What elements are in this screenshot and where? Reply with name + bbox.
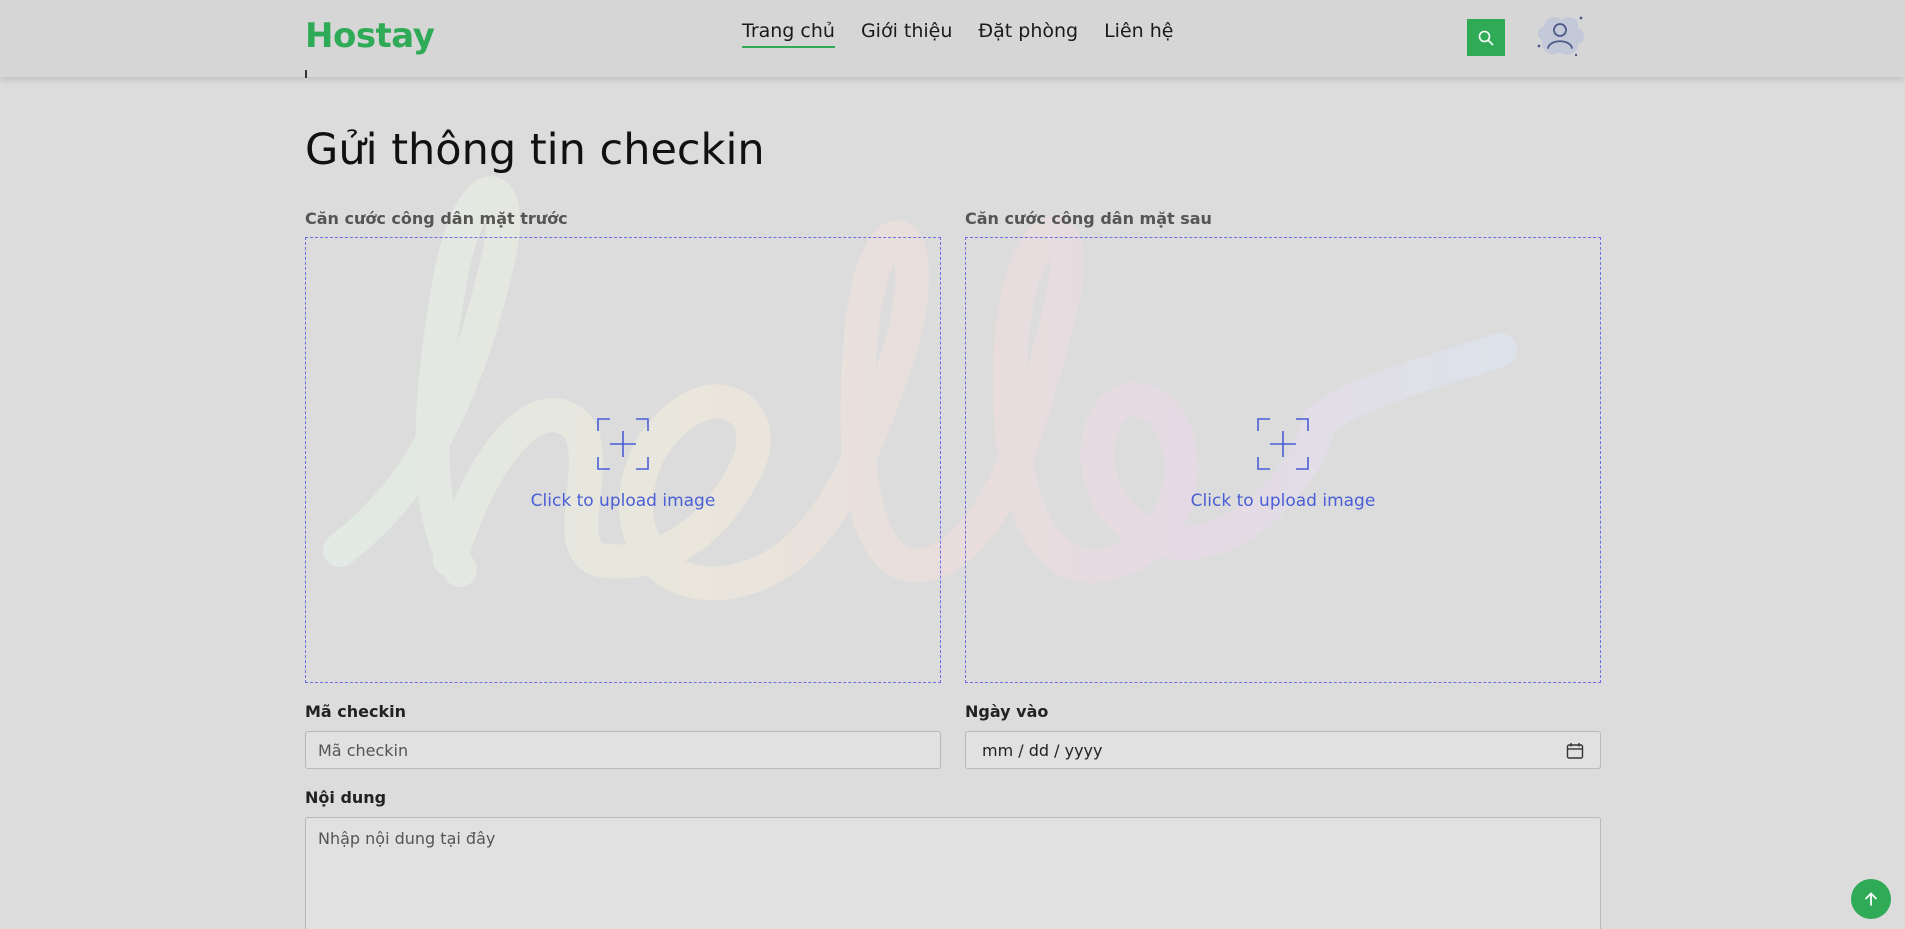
checkin-code-label: Mã checkin [305, 702, 407, 721]
checkin-code-placeholder: Mã checkin [318, 740, 409, 760]
divider [305, 70, 307, 78]
add-image-icon [597, 418, 649, 470]
date-label: Ngày vào [965, 702, 1049, 721]
brand-logo[interactable]: Hostay [305, 16, 435, 56]
search-button[interactable] [1467, 19, 1505, 56]
checkin-code-input[interactable]: Mã checkin [305, 731, 941, 769]
user-avatar-icon [1537, 16, 1584, 57]
back-to-top-button[interactable] [1851, 879, 1891, 919]
arrow-up-icon [1865, 892, 1877, 906]
content-label: Nội dung [305, 788, 387, 807]
upload-prompt: Click to upload image [530, 491, 716, 511]
back-id-upload[interactable]: Click to upload image [965, 237, 1601, 683]
date-input[interactable]: mm / dd / yyyy [965, 731, 1601, 769]
nav-item-contact[interactable]: Liên hệ [1104, 20, 1173, 48]
nav-item-about[interactable]: Giới thiệu [861, 20, 952, 48]
back-id-label: Căn cước công dân mặt sau [965, 209, 1212, 228]
nav-item-home[interactable]: Trang chủ [742, 20, 835, 48]
add-image-icon [1257, 418, 1309, 470]
nav-item-booking[interactable]: Đặt phòng [978, 20, 1078, 48]
content-placeholder: Nhập nội dung tại đây [318, 829, 496, 848]
top-header: Hostay Trang chủ Giới thiệu Đặt phòng Li… [0, 0, 1905, 77]
search-icon [1478, 30, 1494, 45]
content-textarea[interactable]: Nhập nội dung tại đây [305, 817, 1601, 929]
front-id-upload[interactable]: Click to upload image [305, 237, 941, 683]
front-id-label: Căn cước công dân mặt trước [305, 209, 568, 228]
user-avatar[interactable] [1532, 10, 1588, 64]
date-placeholder: mm / dd / yyyy [982, 740, 1103, 760]
upload-prompt: Click to upload image [1190, 491, 1376, 511]
page-title: Gửi thông tin checkin [305, 125, 765, 175]
calendar-icon[interactable] [1566, 742, 1584, 760]
main-nav: Trang chủ Giới thiệu Đặt phòng Liên hệ [742, 20, 1173, 48]
